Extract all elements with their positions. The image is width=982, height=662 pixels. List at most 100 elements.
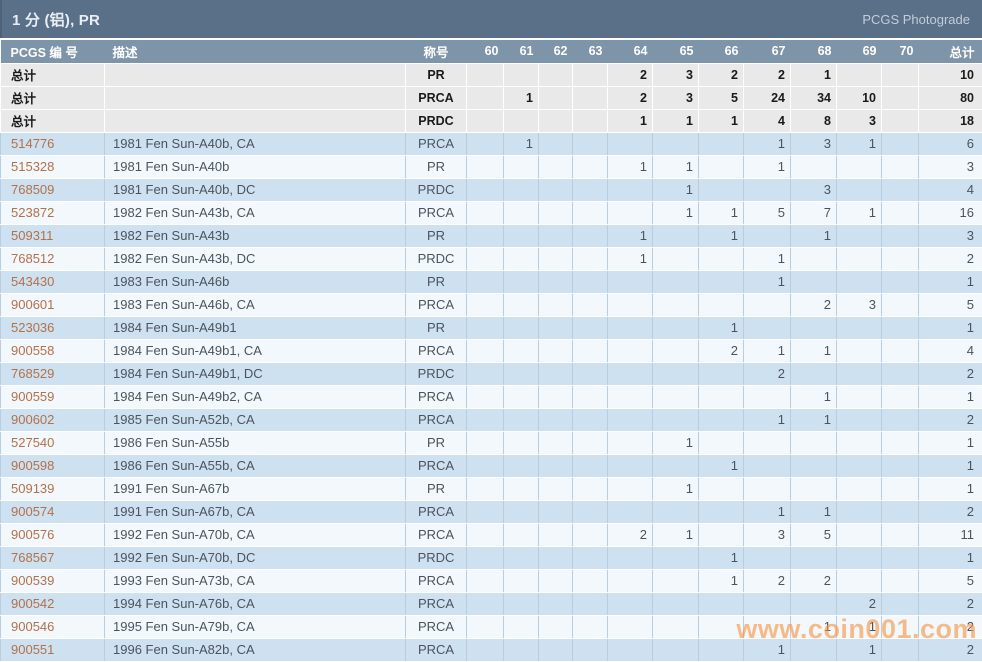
grade-cell-70	[882, 408, 919, 431]
cert-cell[interactable]: 900539	[1, 569, 105, 592]
grade-cell-67: 2	[744, 362, 791, 385]
grade-cell-65	[653, 500, 699, 523]
cert-cell[interactable]: 509311	[1, 224, 105, 247]
grade-cell-60	[467, 500, 504, 523]
grade-cell-68: 1	[791, 615, 837, 638]
grade-cell-68	[791, 638, 837, 661]
grade-cell-63	[573, 224, 608, 247]
designation-cell: PR	[406, 63, 467, 86]
grade-cell-60	[467, 638, 504, 661]
total-cell: 1	[919, 316, 982, 339]
grade-cell-69	[837, 477, 882, 500]
grade-cell-60	[467, 615, 504, 638]
table-row: 9005421994 Fen Sun-A76b, CAPRCA22	[1, 592, 982, 615]
grade-cell-61	[504, 431, 539, 454]
cert-cell[interactable]: 768529	[1, 362, 105, 385]
grade-cell-70	[882, 293, 919, 316]
total-cell: 18	[919, 109, 982, 132]
grade-cell-61	[504, 546, 539, 569]
cert-cell[interactable]: 509139	[1, 477, 105, 500]
grade-cell-65	[653, 224, 699, 247]
total-cell: 11	[919, 523, 982, 546]
grade-cell-63	[573, 385, 608, 408]
description-cell: 1983 Fen Sun-A46b, CA	[105, 293, 406, 316]
cert-cell[interactable]: 523872	[1, 201, 105, 224]
grade-cell-61	[504, 592, 539, 615]
grade-cell-62	[539, 385, 573, 408]
grade-cell-63	[573, 109, 608, 132]
grade-cell-67	[744, 546, 791, 569]
grade-cell-67: 5	[744, 201, 791, 224]
cert-cell[interactable]: 900598	[1, 454, 105, 477]
grade-cell-69	[837, 546, 882, 569]
cert-cell[interactable]: 900551	[1, 638, 105, 661]
description-cell	[105, 86, 406, 109]
cert-cell[interactable]: 900574	[1, 500, 105, 523]
grade-cell-70	[882, 523, 919, 546]
grade-cell-64	[608, 362, 653, 385]
table-row: 9005981986 Fen Sun-A55b, CAPRCA11	[1, 454, 982, 477]
designation-cell: PRDC	[406, 546, 467, 569]
grade-cell-60	[467, 477, 504, 500]
grade-cell-65	[653, 615, 699, 638]
grade-cell-65: 1	[653, 155, 699, 178]
grade-cell-64: 1	[608, 247, 653, 270]
grade-cell-66	[699, 132, 744, 155]
grade-cell-67	[744, 592, 791, 615]
grade-cell-64: 1	[608, 155, 653, 178]
grade-cell-64	[608, 339, 653, 362]
cert-cell[interactable]: 900602	[1, 408, 105, 431]
column-header-grade-68: 68	[791, 40, 837, 63]
column-header-total: 总计	[919, 40, 982, 63]
grade-cell-62	[539, 247, 573, 270]
cert-cell[interactable]: 515328	[1, 155, 105, 178]
grade-cell-65: 1	[653, 431, 699, 454]
table-row: 9005741991 Fen Sun-A67b, CAPRCA112	[1, 500, 982, 523]
grade-cell-69: 10	[837, 86, 882, 109]
total-cell: 1	[919, 431, 982, 454]
cert-cell[interactable]: 768509	[1, 178, 105, 201]
cert-cell[interactable]: 900558	[1, 339, 105, 362]
cert-cell[interactable]: 543430	[1, 270, 105, 293]
grade-cell-69: 1	[837, 638, 882, 661]
grade-cell-61	[504, 362, 539, 385]
grade-cell-70	[882, 362, 919, 385]
cert-cell[interactable]: 900576	[1, 523, 105, 546]
grade-cell-64	[608, 638, 653, 661]
cert-cell[interactable]: 900546	[1, 615, 105, 638]
grade-cell-67: 1	[744, 339, 791, 362]
grade-cell-64	[608, 316, 653, 339]
cert-cell[interactable]: 768512	[1, 247, 105, 270]
grade-cell-64	[608, 477, 653, 500]
total-cell: 3	[919, 224, 982, 247]
grade-cell-67: 3	[744, 523, 791, 546]
grade-cell-70	[882, 155, 919, 178]
grade-cell-67: 24	[744, 86, 791, 109]
cert-cell[interactable]: 523036	[1, 316, 105, 339]
title-bar: 1 分 (铝), PR PCGS Photograde	[0, 0, 982, 38]
grade-cell-67: 1	[744, 270, 791, 293]
grade-cell-65	[653, 569, 699, 592]
cert-cell[interactable]: 768567	[1, 546, 105, 569]
grade-cell-64: 1	[608, 109, 653, 132]
column-header-grade-66: 66	[699, 40, 744, 63]
total-cell: 2	[919, 592, 982, 615]
grade-cell-65: 3	[653, 86, 699, 109]
grade-cell-66	[699, 500, 744, 523]
cert-cell[interactable]: 900601	[1, 293, 105, 316]
grade-cell-62	[539, 362, 573, 385]
total-cell: 1	[919, 546, 982, 569]
cert-cell[interactable]: 900542	[1, 592, 105, 615]
total-cell: 2	[919, 408, 982, 431]
totals-row: 总计PRDC11148318	[1, 109, 982, 132]
grade-cell-69	[837, 523, 882, 546]
grade-cell-65	[653, 546, 699, 569]
description-cell: 1981 Fen Sun-A40b, CA	[105, 132, 406, 155]
cert-cell[interactable]: 527540	[1, 431, 105, 454]
designation-cell: PR	[406, 431, 467, 454]
grade-cell-68	[791, 155, 837, 178]
cert-cell[interactable]: 514776	[1, 132, 105, 155]
cert-cell[interactable]: 900559	[1, 385, 105, 408]
grade-cell-69	[837, 339, 882, 362]
grade-cell-66: 1	[699, 109, 744, 132]
